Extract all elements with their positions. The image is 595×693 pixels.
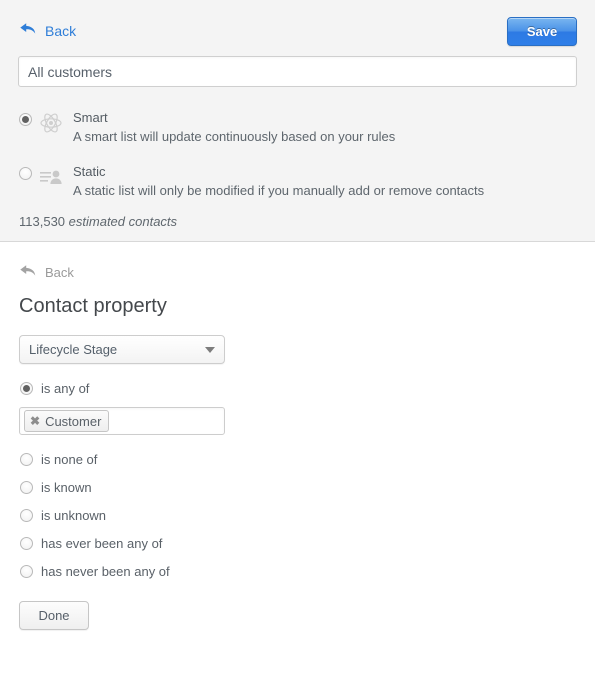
operator-option-has-never-been-any-of[interactable]: has never been any of <box>20 557 595 585</box>
radio-static[interactable] <box>19 167 32 180</box>
estimated-contacts-count: 113,530 <box>19 214 66 229</box>
save-button[interactable]: Save <box>507 17 577 46</box>
back-label: Back <box>45 265 74 280</box>
operator-option-is-any-of[interactable]: is any of <box>20 374 595 402</box>
radio-smart[interactable] <box>19 113 32 126</box>
property-value-field[interactable]: ✖ Customer <box>19 407 225 435</box>
radio-is-unknown[interactable] <box>20 508 33 522</box>
atom-icon <box>39 111 63 135</box>
operator-option-is-unknown[interactable]: is unknown <box>20 501 595 529</box>
operator-options: is any of <box>0 374 595 402</box>
page-title: Contact property <box>19 295 167 317</box>
operator-option-is-known[interactable]: is known <box>20 473 595 501</box>
filter-toolbar: Back <box>0 242 595 294</box>
estimated-contacts-label: estimated contacts <box>68 214 178 229</box>
operator-label: has ever been any of <box>41 535 163 551</box>
radio-is-none-of[interactable] <box>20 452 33 466</box>
list-settings-panel: Back Save Smart A smart list will updat <box>0 0 595 242</box>
list-type-title: Smart <box>73 110 108 125</box>
list-type-text-smart: Smart A smart list will update continuou… <box>73 109 395 146</box>
operator-option-is-none-of[interactable]: is none of <box>20 445 595 473</box>
filter-editor-panel: Back Contact property Lifecycle Stage is… <box>0 242 595 630</box>
back-link-top[interactable]: Back <box>19 22 76 39</box>
contact-list-icon <box>39 165 63 189</box>
list-type-text-static: Static A static list will only be modifi… <box>73 163 484 200</box>
top-toolbar: Back Save <box>0 0 595 56</box>
close-icon[interactable]: ✖ <box>30 415 40 427</box>
back-link-filter[interactable]: Back <box>19 264 74 281</box>
list-type-description: A static list will only be modified if y… <box>73 183 485 198</box>
back-label: Back <box>45 22 77 39</box>
operator-label: is any of <box>41 380 90 396</box>
value-token-label: Customer <box>45 413 102 429</box>
chevron-down-icon <box>205 346 215 353</box>
list-type-description: A smart list will update continuously ba… <box>73 129 396 144</box>
radio-has-ever-been-any-of[interactable] <box>20 536 33 550</box>
operator-label: is known <box>41 479 92 495</box>
operator-label: is unknown <box>41 507 107 523</box>
radio-is-known[interactable] <box>20 480 33 494</box>
list-type-title: Static <box>73 164 106 179</box>
radio-is-any-of[interactable] <box>20 381 33 395</box>
list-type-option-smart[interactable]: Smart A smart list will update continuou… <box>19 109 595 146</box>
estimated-contacts: 113,530 estimated contacts <box>0 214 595 229</box>
operator-option-has-ever-been-any-of[interactable]: has ever been any of <box>20 529 595 557</box>
done-button[interactable]: Done <box>19 601 89 630</box>
operator-options-rest: is none of is known is unknown has ever … <box>0 445 595 585</box>
property-select-value: Lifecycle Stage <box>29 342 118 357</box>
operator-label: has never been any of <box>41 563 170 579</box>
radio-has-never-been-any-of[interactable] <box>20 564 33 578</box>
list-type-options: Smart A smart list will update continuou… <box>0 109 595 200</box>
value-token-customer[interactable]: ✖ Customer <box>24 410 110 432</box>
back-arrow-icon <box>19 264 36 281</box>
back-arrow-icon <box>19 22 36 39</box>
operator-label: is none of <box>41 451 98 467</box>
list-type-option-static[interactable]: Static A static list will only be modifi… <box>19 163 595 200</box>
list-name-input[interactable] <box>18 56 577 87</box>
property-select[interactable]: Lifecycle Stage <box>19 335 225 364</box>
